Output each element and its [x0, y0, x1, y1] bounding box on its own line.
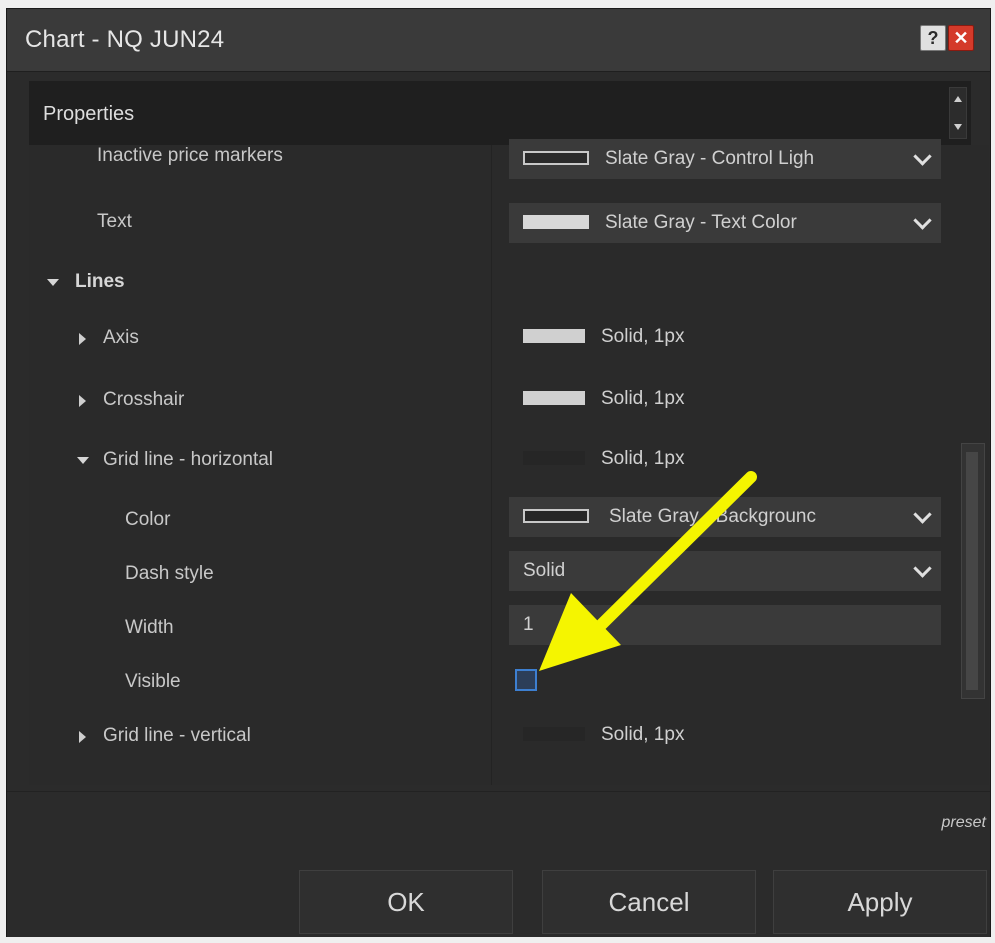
arrow-annotation-icon [539, 471, 757, 671]
scroll-up-icon[interactable] [954, 96, 962, 102]
close-icon[interactable]: ✕ [948, 25, 974, 51]
properties-header: Properties [29, 81, 971, 145]
scroll-down-icon[interactable] [954, 124, 962, 130]
chart-properties-dialog: Chart - NQ JUN24 ? ✕ Properties Inactive… [6, 8, 991, 937]
preset-link[interactable]: preset [942, 814, 986, 832]
properties-title: Properties [43, 103, 135, 125]
title-bar[interactable]: Chart - NQ JUN24 ? ✕ [7, 9, 990, 72]
ok-button[interactable]: OK [299, 870, 513, 934]
dialog-footer: preset OK Cancel Apply [7, 791, 990, 937]
window-title: Chart - NQ JUN24 [25, 26, 225, 53]
apply-button[interactable]: Apply [773, 870, 987, 934]
properties-scroll-control[interactable] [949, 87, 967, 139]
property-grid: Inactive price markers Slate Gray - Cont… [29, 139, 989, 785]
help-icon[interactable]: ? [920, 25, 946, 51]
cancel-button[interactable]: Cancel [542, 870, 756, 934]
